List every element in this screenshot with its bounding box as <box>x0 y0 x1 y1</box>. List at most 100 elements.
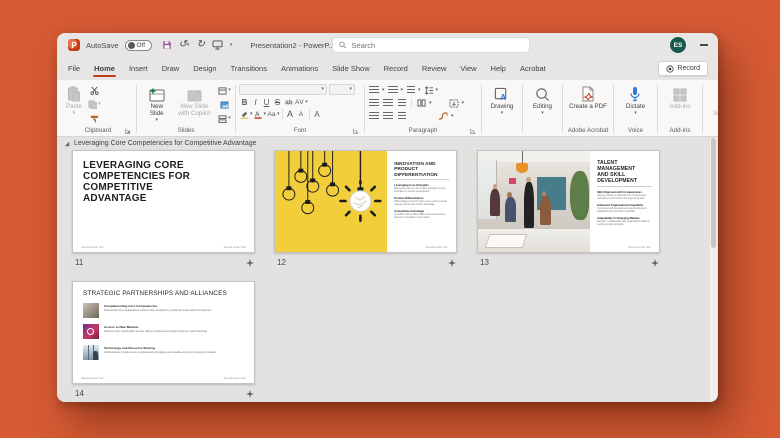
chevron-down-icon <box>462 101 465 106</box>
strikethrough-button[interactable]: S <box>272 96 283 108</box>
convert-smartart-button[interactable] <box>437 110 449 122</box>
copy-button[interactable] <box>87 98 102 111</box>
slide-thumbnail-11[interactable]: LEVERAGING CORE COMPETENCIES FOR COMPETI… <box>72 150 255 253</box>
drawing-button[interactable]: A Drawing <box>488 84 517 117</box>
group-font: B I U S ab AV A Aa <box>239 83 361 136</box>
slide-number-14: 14 <box>75 389 84 398</box>
tab-home[interactable]: Home <box>87 59 122 79</box>
decrease-font-size-button[interactable]: A <box>296 108 307 120</box>
tab-draw[interactable]: Draw <box>155 59 187 79</box>
clear-formatting-button[interactable]: A <box>312 108 323 120</box>
account-avatar[interactable]: ES <box>670 37 686 53</box>
increase-font-size-button[interactable]: A <box>285 108 296 120</box>
split-text-icon <box>397 112 406 120</box>
transition-star-icon-12[interactable] <box>448 259 456 267</box>
tab-transitions[interactable]: Transitions <box>224 59 274 79</box>
slide-thumbnail-14[interactable]: STRATEGIC PARTNERSHIPS AND ALLIANCES Com… <box>72 281 255 384</box>
tab-animations[interactable]: Animations <box>274 59 325 79</box>
vertical-scrollbar[interactable] <box>710 138 717 401</box>
format-painter-button[interactable] <box>87 112 102 125</box>
customize-toolbar-button[interactable] <box>230 43 233 48</box>
section-header[interactable]: Leveraging Core Competencies for Competi… <box>64 140 257 147</box>
search-input[interactable] <box>351 40 523 50</box>
divider <box>394 179 449 181</box>
font-size-select[interactable] <box>329 84 355 95</box>
columns-button[interactable] <box>416 97 427 109</box>
underline-button[interactable]: U <box>261 96 272 108</box>
text-direction-button[interactable] <box>448 97 460 109</box>
character-spacing-button[interactable]: AV <box>294 96 305 108</box>
bold-button[interactable]: B <box>239 96 250 108</box>
section-button[interactable] <box>217 112 232 125</box>
slide-thumbnail-12[interactable]: INNOVATION AND PRODUCT DIFFERENTIATION L… <box>274 150 457 253</box>
transition-star-icon-14[interactable] <box>246 390 254 398</box>
acrobat-group-label: Adobe Acrobat <box>567 126 609 134</box>
cut-button[interactable] <box>87 84 102 97</box>
paste-button[interactable]: Paste <box>63 84 85 117</box>
group-separator <box>136 85 137 133</box>
new-slide-button[interactable]: New Slide <box>140 84 173 124</box>
tab-record[interactable]: Record <box>377 59 415 79</box>
create-pdf-button[interactable]: Create a PDF <box>566 84 610 111</box>
scissors-icon <box>90 86 99 95</box>
addins-button[interactable]: Add-ins <box>667 84 694 111</box>
tab-acrobat[interactable]: Acrobat <box>513 59 553 79</box>
ribbon: Paste Clipboard <box>57 80 718 137</box>
highlight-color-button[interactable] <box>239 108 250 120</box>
align-left-button[interactable] <box>368 97 380 109</box>
divider <box>308 109 310 119</box>
font-dialog-launcher[interactable] <box>353 128 359 134</box>
window-mullion <box>88 345 89 360</box>
bullets-button[interactable] <box>368 84 380 96</box>
italic-button[interactable]: I <box>250 96 261 108</box>
line-spacing-button[interactable] <box>423 84 434 96</box>
slide-13-sec3-heading: Adaptability in Changing Markets <box>597 217 640 221</box>
start-slideshow-button[interactable] <box>212 40 223 50</box>
tab-slide-show[interactable]: Slide Show <box>325 59 377 79</box>
tab-review[interactable]: Review <box>415 59 454 79</box>
scrollbar-thumb[interactable] <box>711 138 716 249</box>
align-right-button[interactable] <box>396 97 407 109</box>
group-separator <box>481 85 482 133</box>
font-color-button[interactable]: A <box>253 108 264 120</box>
reset-button[interactable] <box>217 98 232 111</box>
justify-button[interactable] <box>368 110 380 122</box>
minimize-icon[interactable] <box>700 44 708 46</box>
tab-insert[interactable]: Insert <box>122 59 155 79</box>
record-button-label: Record <box>677 65 700 72</box>
undo-button[interactable] <box>179 40 190 50</box>
text-shadow-button[interactable]: ab <box>283 96 294 108</box>
clipboard-dialog-launcher[interactable] <box>125 128 131 134</box>
transition-star-icon-11[interactable] <box>246 259 254 267</box>
powerpoint-app-icon[interactable]: P <box>68 39 80 51</box>
transition-star-icon-13[interactable] <box>651 259 659 267</box>
align-center-button[interactable] <box>382 97 394 109</box>
layout-button[interactable] <box>217 84 232 97</box>
design-suggestions-button[interactable]: Design Suggestions <box>707 84 718 118</box>
slide-14-item1: Complementing Core Competencies Partners… <box>83 303 244 318</box>
indent-button[interactable] <box>405 84 416 96</box>
split-text-button[interactable] <box>396 110 407 122</box>
numbering-button[interactable] <box>387 84 399 96</box>
save-icon[interactable] <box>162 40 172 50</box>
autosave-toggle[interactable]: Off <box>124 39 152 51</box>
slide-13-sec3-body: Resilient, versatile skills help organiz… <box>597 221 650 227</box>
tab-help[interactable]: Help <box>484 59 513 79</box>
redo-button[interactable] <box>196 40 204 50</box>
slide-13-sec2-heading: Enhanced Organizational Capability <box>597 204 644 208</box>
dictate-button[interactable]: Dictate <box>623 84 648 117</box>
paragraph-dialog-launcher[interactable] <box>470 128 476 134</box>
record-button[interactable]: Record <box>658 61 708 76</box>
align-text-button[interactable] <box>382 110 394 122</box>
align-center-icon <box>383 99 393 107</box>
tab-view[interactable]: View <box>453 59 483 79</box>
change-case-button[interactable]: Aa <box>266 108 277 120</box>
new-slide-copilot-button[interactable]: New Slide with Copilot <box>173 84 215 118</box>
tab-design[interactable]: Design <box>186 59 223 79</box>
search-box[interactable] <box>332 37 530 53</box>
font-name-select[interactable] <box>239 84 327 95</box>
tab-file[interactable]: File <box>61 59 87 79</box>
editing-button[interactable]: Editing <box>530 84 555 117</box>
highlighter-icon <box>240 111 249 119</box>
slide-thumbnail-13[interactable]: TALENT MANAGEMENT AND SKILL DEVELOPMENT … <box>477 150 660 253</box>
